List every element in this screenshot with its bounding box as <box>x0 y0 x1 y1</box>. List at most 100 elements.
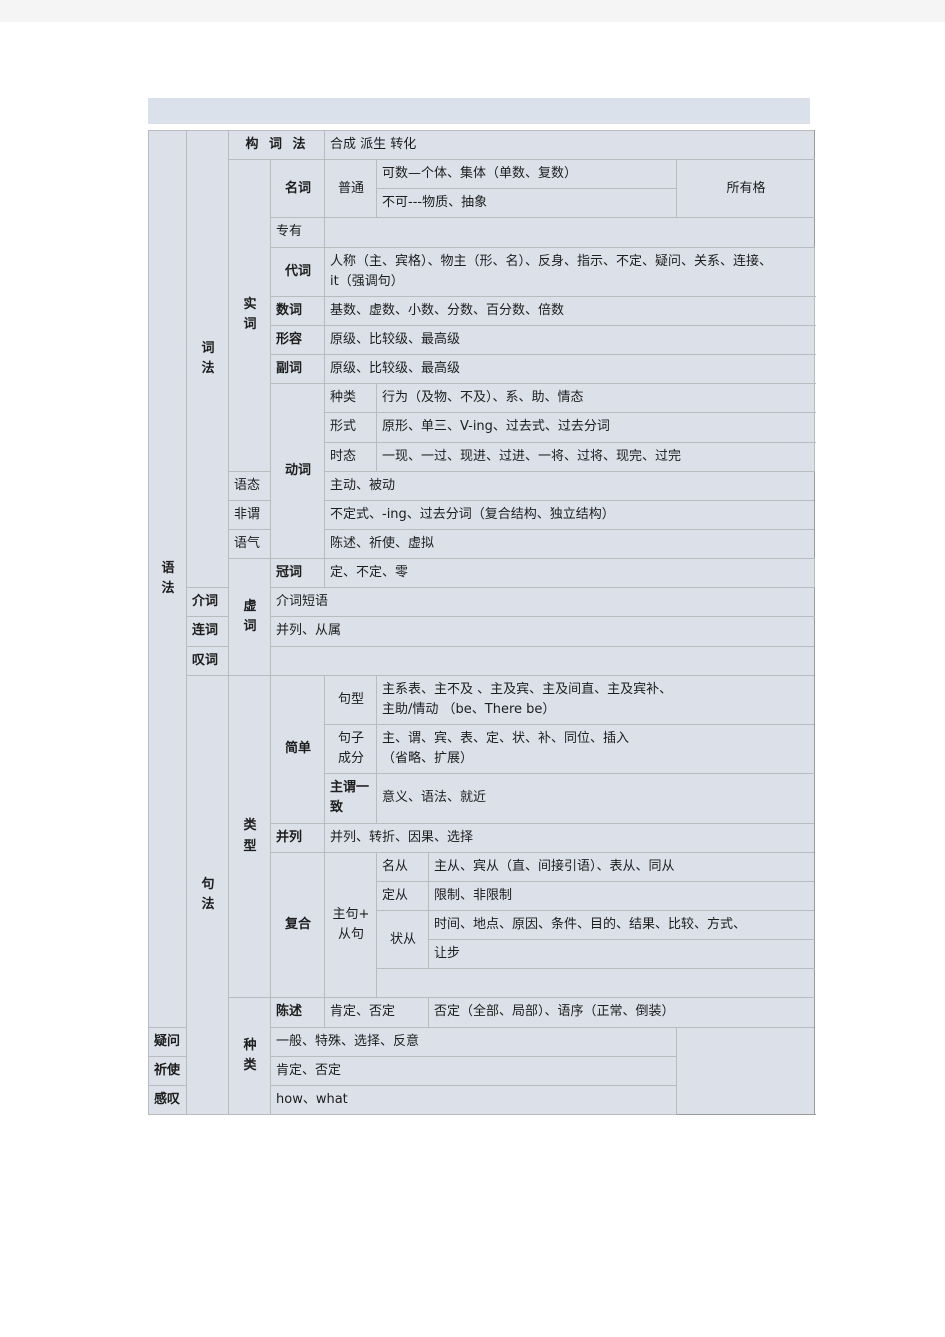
sentence-pattern-line-1: 主系表、主不及 、主及宾、主及间直、主及宾补、 <box>382 681 673 697</box>
section-label-morphology: 词 法 <box>186 129 229 589</box>
compound-sentence-value: 并列、转折、因果、选择 <box>323 822 816 853</box>
noun-possessive-label: 所有格 <box>675 159 816 219</box>
function-word-value: 介词短语 <box>269 587 816 618</box>
pronoun-value-line-1: 人称（主、宾格）、物主（形、名）、反身、指示、不定、疑问、关系、连接、 <box>330 253 773 269</box>
table-row: 句 法 类 型 简单 句型 主系表、主不及 、主及宾、主及间直、主及宾补、 主助… <box>149 674 816 1115</box>
sentence-components-line-1: 主、谓、宾、表、定、状、补、同位、插入 <box>382 730 630 746</box>
verb-label: 动词 <box>270 383 325 560</box>
header-band <box>148 98 810 124</box>
sentence-components-line-2: （省略、扩展） <box>382 751 474 767</box>
simple-sentence-label: 简单 <box>270 674 325 824</box>
content-words-label: 实 词 <box>228 159 271 472</box>
sentence-kind-row-label: 感叹 <box>148 1084 187 1115</box>
verb-row-label: 形式 <box>324 412 377 443</box>
complex-sentence-label: 复合 <box>270 851 325 999</box>
word-formation-label: 构 词 法 <box>228 129 325 161</box>
function-word-label: 叹词 <box>186 645 229 676</box>
content-words-char-1: 实 <box>243 297 257 313</box>
function-words-label: 虚 词 <box>228 558 271 676</box>
function-word-label: 介词 <box>186 587 229 618</box>
clause-type-value: 限制、非限制 <box>427 880 816 911</box>
sentence-kind-char-2: 类 <box>243 1058 257 1074</box>
verb-row-value: 陈述、祈使、虚拟 <box>323 528 816 560</box>
clause-type-label: 名从 <box>376 851 429 882</box>
sentence-components-label-line-1: 句子 <box>337 730 364 746</box>
sentence-kind-row-extra: 否定（全部、局部）、语序（正常、倒装） <box>427 997 816 1028</box>
top-strip <box>0 0 945 22</box>
sentence-components-label: 句子 成分 <box>324 723 377 775</box>
sentence-pattern-line-2: 主助/情动 （be、There be） <box>382 701 556 717</box>
pronoun-label: 代词 <box>270 246 325 297</box>
content-wrapper: 语 法 词 法 构 词 法 合成 派生 转化 实 词 名词 普通 可数—个体、集… <box>148 98 816 1115</box>
table-row: 语态 主动、被动 <box>149 470 816 501</box>
clause-type-value-line-2: 让步 <box>427 939 816 970</box>
section-label-syntax: 句 法 <box>186 674 229 1115</box>
word-formation-value: 合成 派生 转化 <box>323 129 816 161</box>
sentence-components-value: 主、谓、宾、表、定、状、补、同位、插入 （省略、扩展） <box>375 723 816 775</box>
content-words-char-2: 词 <box>243 317 257 333</box>
sentence-kind-row-value: 一般、特殊、选择、反意 <box>270 1026 677 1057</box>
pronoun-value: 人称（主、宾格）、物主（形、名）、反身、指示、不定、疑问、关系、连接、 it（强… <box>323 246 816 297</box>
clause-type-value: 主从、宾从（直、间接引语）、表从、同从 <box>427 851 816 882</box>
main-clause-label-line-2: 从句 <box>337 927 364 942</box>
sentence-pattern-label: 句型 <box>324 674 377 725</box>
subject-verb-agreement-label: 主谓一致 <box>324 773 377 824</box>
verb-row-label: 非谓 <box>228 499 271 530</box>
verb-row-value: 行为（及物、不及）、系、助、情态 <box>375 383 816 414</box>
root-label-char-2: 法 <box>161 580 175 596</box>
morphology-label-char-2: 法 <box>201 361 215 377</box>
sentence-type-label: 类 型 <box>228 674 271 999</box>
function-word-value: 并列、从属 <box>269 616 816 647</box>
sentence-kind-row-value: 肯定、否定 <box>324 997 429 1028</box>
function-words-char-2: 词 <box>243 618 257 634</box>
syntax-label-char-2: 法 <box>201 896 215 912</box>
grammar-outline-table: 语 法 词 法 构 词 法 合成 派生 转化 实 词 名词 普通 可数—个体、集… <box>148 129 816 1115</box>
root-label-grammar: 语 法 <box>148 130 187 1028</box>
verb-row-value: 原形、单三、V-ing、过去式、过去分词 <box>375 412 816 443</box>
page-root: 语 法 词 法 构 词 法 合成 派生 转化 实 词 名词 普通 可数—个体、集… <box>0 0 945 1337</box>
compound-sentence-label: 并列 <box>270 822 325 853</box>
table-row: 语 法 词 法 构 词 法 合成 派生 转化 <box>148 129 816 1028</box>
verb-row-label: 时态 <box>324 441 377 472</box>
verb-row-value: 主动、被动 <box>323 470 816 501</box>
sentence-kind-char-1: 种 <box>243 1038 257 1053</box>
adjective-value: 原级、比较级、最高级 <box>323 324 816 356</box>
syntax-label-char-1: 句 <box>201 876 215 892</box>
sentence-pattern-value: 主系表、主不及 、主及宾、主及间直、主及宾补、 主助/情动 （be、There … <box>375 674 816 725</box>
table-row: 种 类 陈述 肯定、否定 否定（全部、局部）、语序（正常、倒装） <box>149 997 816 1115</box>
noun-uncountable-value: 不可---物质、抽象 <box>376 188 677 219</box>
sentence-kind-row-label: 陈述 <box>270 997 325 1028</box>
sentence-kind-row-label: 疑问 <box>148 1026 187 1057</box>
noun-countable-value: 可数—个体、集体（单数、复数） <box>376 159 677 190</box>
numeral-label: 数词 <box>270 295 325 326</box>
table-row: 非谓 不定式、-ing、过去分词（复合结构、独立结构） <box>149 499 816 530</box>
noun-proper-value <box>323 217 816 248</box>
sentence-kind-row-value: 肯定、否定 <box>270 1055 677 1086</box>
verb-row-label: 语态 <box>228 470 271 501</box>
adjective-label: 形容 <box>270 324 325 356</box>
numeral-value: 基数、虚数、小数、分数、百分数、倍数 <box>323 295 816 326</box>
clause-type-value-line-1: 时间、地点、原因、条件、目的、结果、比较、方式、 <box>427 909 816 941</box>
function-word-label: 冠词 <box>270 558 325 589</box>
function-words-char-1: 虚 <box>243 598 257 614</box>
verb-row-label: 种类 <box>324 383 377 414</box>
morphology-label-char-1: 词 <box>201 340 215 356</box>
sentence-kind-label: 种 类 <box>228 997 271 1115</box>
function-word-value <box>269 645 816 676</box>
table-row: 实 词 名词 普通 可数—个体、集体（单数、复数） 所有格 <box>149 159 816 472</box>
clause-type-label: 状从 <box>376 909 429 970</box>
adverb-value: 原级、比较级、最高级 <box>323 354 816 385</box>
sentence-type-char-2: 型 <box>243 838 257 854</box>
sentence-kind-row-label: 祈使 <box>148 1055 187 1086</box>
function-word-value: 定、不定、零 <box>323 558 816 589</box>
adverb-label: 副词 <box>270 354 325 385</box>
main-clause-label-line-1: 主句+ <box>332 906 370 922</box>
clause-type-label: 定从 <box>376 880 429 911</box>
sentence-type-char-1: 类 <box>243 818 257 834</box>
pronoun-value-line-2: it（强调句） <box>330 273 404 289</box>
verb-row-value: 一现、一过、现进、过进、一将、过将、现完、过完 <box>375 441 816 472</box>
main-plus-subordinate-label: 主句+ 从句 <box>324 851 377 999</box>
verb-row-label: 语气 <box>228 528 271 560</box>
sentence-kind-row-value: how、what <box>270 1084 677 1115</box>
sentence-components-label-line-2: 成分 <box>337 751 364 767</box>
